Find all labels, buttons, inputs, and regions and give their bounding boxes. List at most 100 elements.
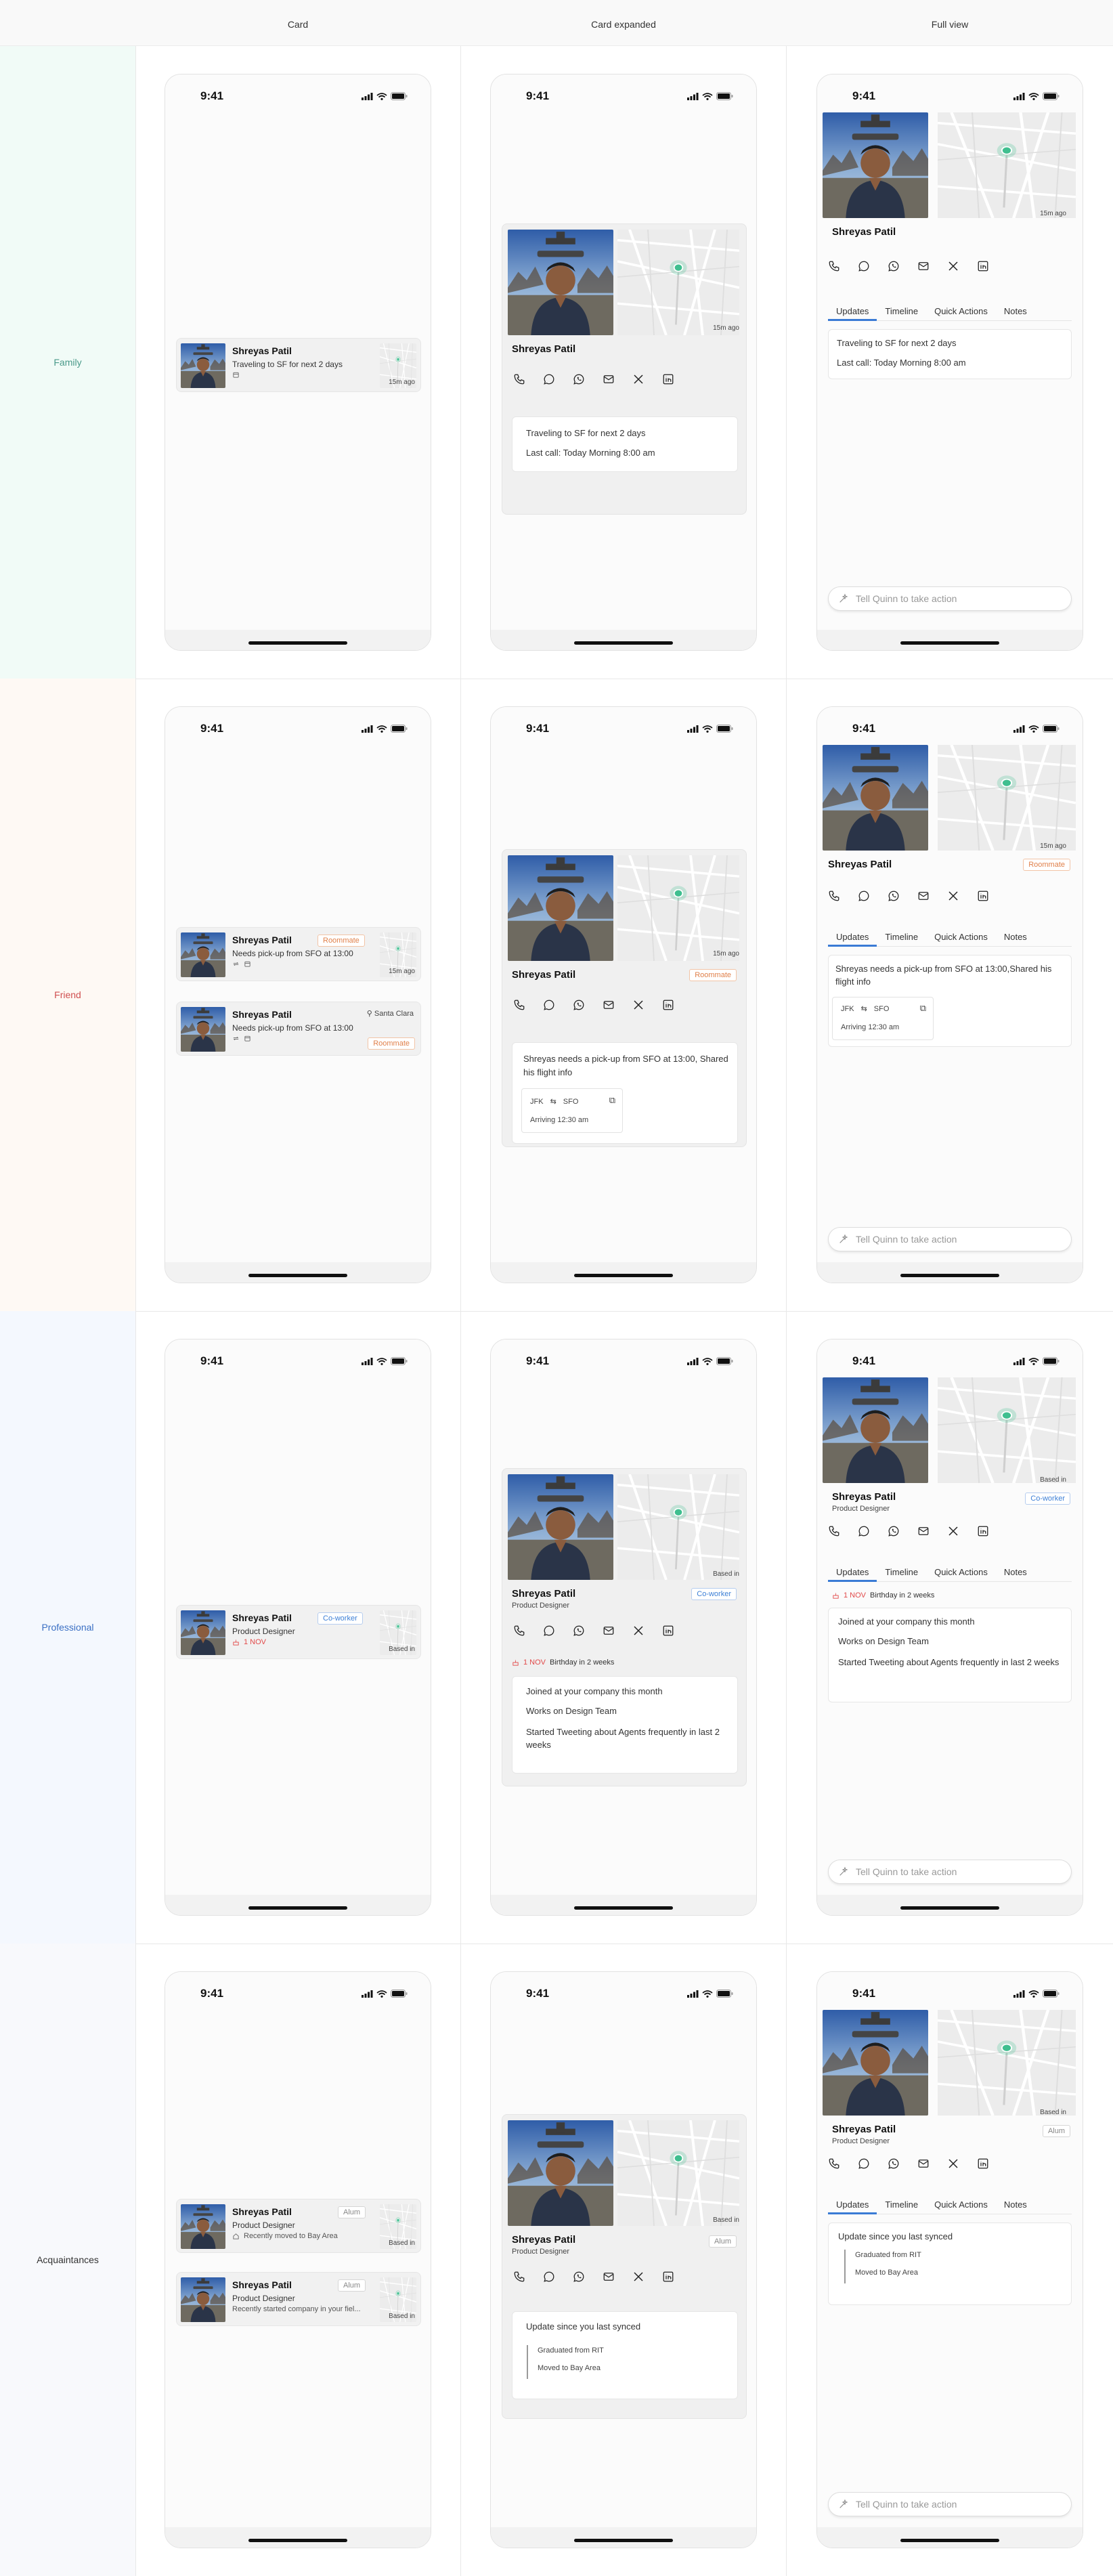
tab-updates[interactable]: Updates [828, 2194, 877, 2214]
home-indicator[interactable] [574, 2539, 673, 2542]
external-link-icon[interactable]: ⧉ [920, 1003, 926, 1014]
contact-card[interactable]: Shreyas Patil Needs pick-up from SFO at 1… [176, 1002, 421, 1056]
mail-icon[interactable] [916, 888, 931, 903]
tab-updates[interactable]: Updates [828, 1562, 877, 1582]
location-map[interactable] [938, 745, 1076, 851]
whatsapp-icon[interactable] [886, 888, 901, 903]
x-icon[interactable] [946, 259, 961, 274]
tab-quick-actions[interactable]: Quick Actions [926, 926, 996, 947]
home-indicator[interactable] [900, 1274, 999, 1277]
linkedin-icon[interactable] [661, 372, 676, 387]
phone-icon[interactable] [827, 1524, 842, 1539]
flight-card[interactable]: JFK ⇆ SFO ⧉ Arriving 12:30 am [832, 997, 934, 1040]
contact-card[interactable]: Shreyas Patil Product Designer 1 NOV Co-wor… [176, 1605, 421, 1659]
mail-icon[interactable] [916, 2156, 931, 2171]
home-indicator[interactable] [248, 1906, 347, 1910]
mail-icon[interactable] [601, 372, 616, 387]
linkedin-icon[interactable] [661, 997, 676, 1012]
whatsapp-icon[interactable] [571, 2269, 586, 2284]
message-icon[interactable] [856, 2156, 871, 2171]
linkedin-icon[interactable] [661, 1623, 676, 1638]
location-map[interactable] [938, 1377, 1076, 1483]
message-icon[interactable] [542, 997, 556, 1012]
x-icon[interactable] [946, 1524, 961, 1539]
whatsapp-icon[interactable] [886, 2156, 901, 2171]
tab-timeline[interactable]: Timeline [877, 1562, 926, 1582]
phone-icon[interactable] [512, 1623, 527, 1638]
ask-quinn-input[interactable]: Tell Quinn to take action [828, 2492, 1072, 2516]
card-line-2: Needs pick-up from SFO at 13:00 [232, 949, 353, 958]
linkedin-icon[interactable] [976, 1524, 990, 1539]
location-map[interactable] [938, 112, 1076, 218]
location-map[interactable] [617, 1474, 739, 1580]
row-label-acquaintances: Acquaintances [0, 1944, 135, 2576]
location-map[interactable] [938, 2010, 1076, 2116]
tab-updates[interactable]: Updates [828, 301, 877, 321]
mail-icon[interactable] [601, 1623, 616, 1638]
message-icon[interactable] [542, 372, 556, 387]
mail-icon[interactable] [601, 2269, 616, 2284]
location-map[interactable] [617, 230, 739, 335]
phone-icon[interactable] [827, 2156, 842, 2171]
whatsapp-icon[interactable] [886, 259, 901, 274]
mail-icon[interactable] [916, 1524, 931, 1539]
x-icon[interactable] [631, 2269, 646, 2284]
home-indicator[interactable] [248, 641, 347, 645]
message-icon[interactable] [542, 1623, 556, 1638]
home-indicator[interactable] [574, 641, 673, 645]
linkedin-icon[interactable] [976, 259, 990, 274]
tab-quick-actions[interactable]: Quick Actions [926, 301, 996, 321]
linkedin-icon[interactable] [976, 2156, 990, 2171]
contact-card[interactable]: Shreyas Patil Product Designer Recently mo… [176, 2199, 421, 2253]
tab-notes[interactable]: Notes [996, 301, 1035, 321]
home-indicator[interactable] [900, 2539, 999, 2542]
message-icon[interactable] [856, 888, 871, 903]
flight-card[interactable]: JFK ⇆ SFO ⧉ Arriving 12:30 am [521, 1088, 623, 1133]
whatsapp-icon[interactable] [571, 997, 586, 1012]
location-map[interactable] [617, 2120, 739, 2226]
x-icon[interactable] [946, 888, 961, 903]
external-link-icon[interactable]: ⧉ [609, 1095, 615, 1106]
x-icon[interactable] [631, 372, 646, 387]
contact-card[interactable]: Shreyas Patil Needs pick-up from SFO at 1… [176, 927, 421, 981]
home-indicator[interactable] [248, 1274, 347, 1277]
x-icon[interactable] [631, 997, 646, 1012]
phone-icon[interactable] [512, 997, 527, 1012]
tab-updates[interactable]: Updates [828, 926, 877, 947]
ask-quinn-input[interactable]: Tell Quinn to take action [828, 1227, 1072, 1251]
ask-quinn-input[interactable]: Tell Quinn to take action [828, 1860, 1072, 1884]
tab-notes[interactable]: Notes [996, 926, 1035, 947]
tab-notes[interactable]: Notes [996, 1562, 1035, 1582]
contact-card[interactable]: Shreyas Patil Traveling to SF for next 2 … [176, 338, 421, 392]
tab-quick-actions[interactable]: Quick Actions [926, 1562, 996, 1582]
whatsapp-icon[interactable] [886, 1524, 901, 1539]
message-icon[interactable] [856, 1524, 871, 1539]
phone-icon[interactable] [827, 259, 842, 274]
location-map[interactable] [617, 855, 739, 961]
x-icon[interactable] [631, 1623, 646, 1638]
contact-card[interactable]: Shreyas Patil Product Designer Recently st… [176, 2272, 421, 2326]
linkedin-icon[interactable] [661, 2269, 676, 2284]
home-indicator[interactable] [900, 641, 999, 645]
home-indicator[interactable] [248, 2539, 347, 2542]
message-icon[interactable] [856, 259, 871, 274]
tab-timeline[interactable]: Timeline [877, 301, 926, 321]
whatsapp-icon[interactable] [571, 1623, 586, 1638]
home-indicator[interactable] [574, 1274, 673, 1277]
linkedin-icon[interactable] [976, 888, 990, 903]
whatsapp-icon[interactable] [571, 372, 586, 387]
tab-quick-actions[interactable]: Quick Actions [926, 2194, 996, 2214]
tab-notes[interactable]: Notes [996, 2194, 1035, 2214]
home-indicator[interactable] [900, 1906, 999, 1910]
x-icon[interactable] [946, 2156, 961, 2171]
ask-quinn-input[interactable]: Tell Quinn to take action [828, 586, 1072, 611]
phone-icon[interactable] [512, 2269, 527, 2284]
tab-timeline[interactable]: Timeline [877, 2194, 926, 2214]
tab-timeline[interactable]: Timeline [877, 926, 926, 947]
message-icon[interactable] [542, 2269, 556, 2284]
mail-icon[interactable] [916, 259, 931, 274]
phone-icon[interactable] [512, 372, 527, 387]
home-indicator[interactable] [574, 1906, 673, 1910]
phone-icon[interactable] [827, 888, 842, 903]
mail-icon[interactable] [601, 997, 616, 1012]
